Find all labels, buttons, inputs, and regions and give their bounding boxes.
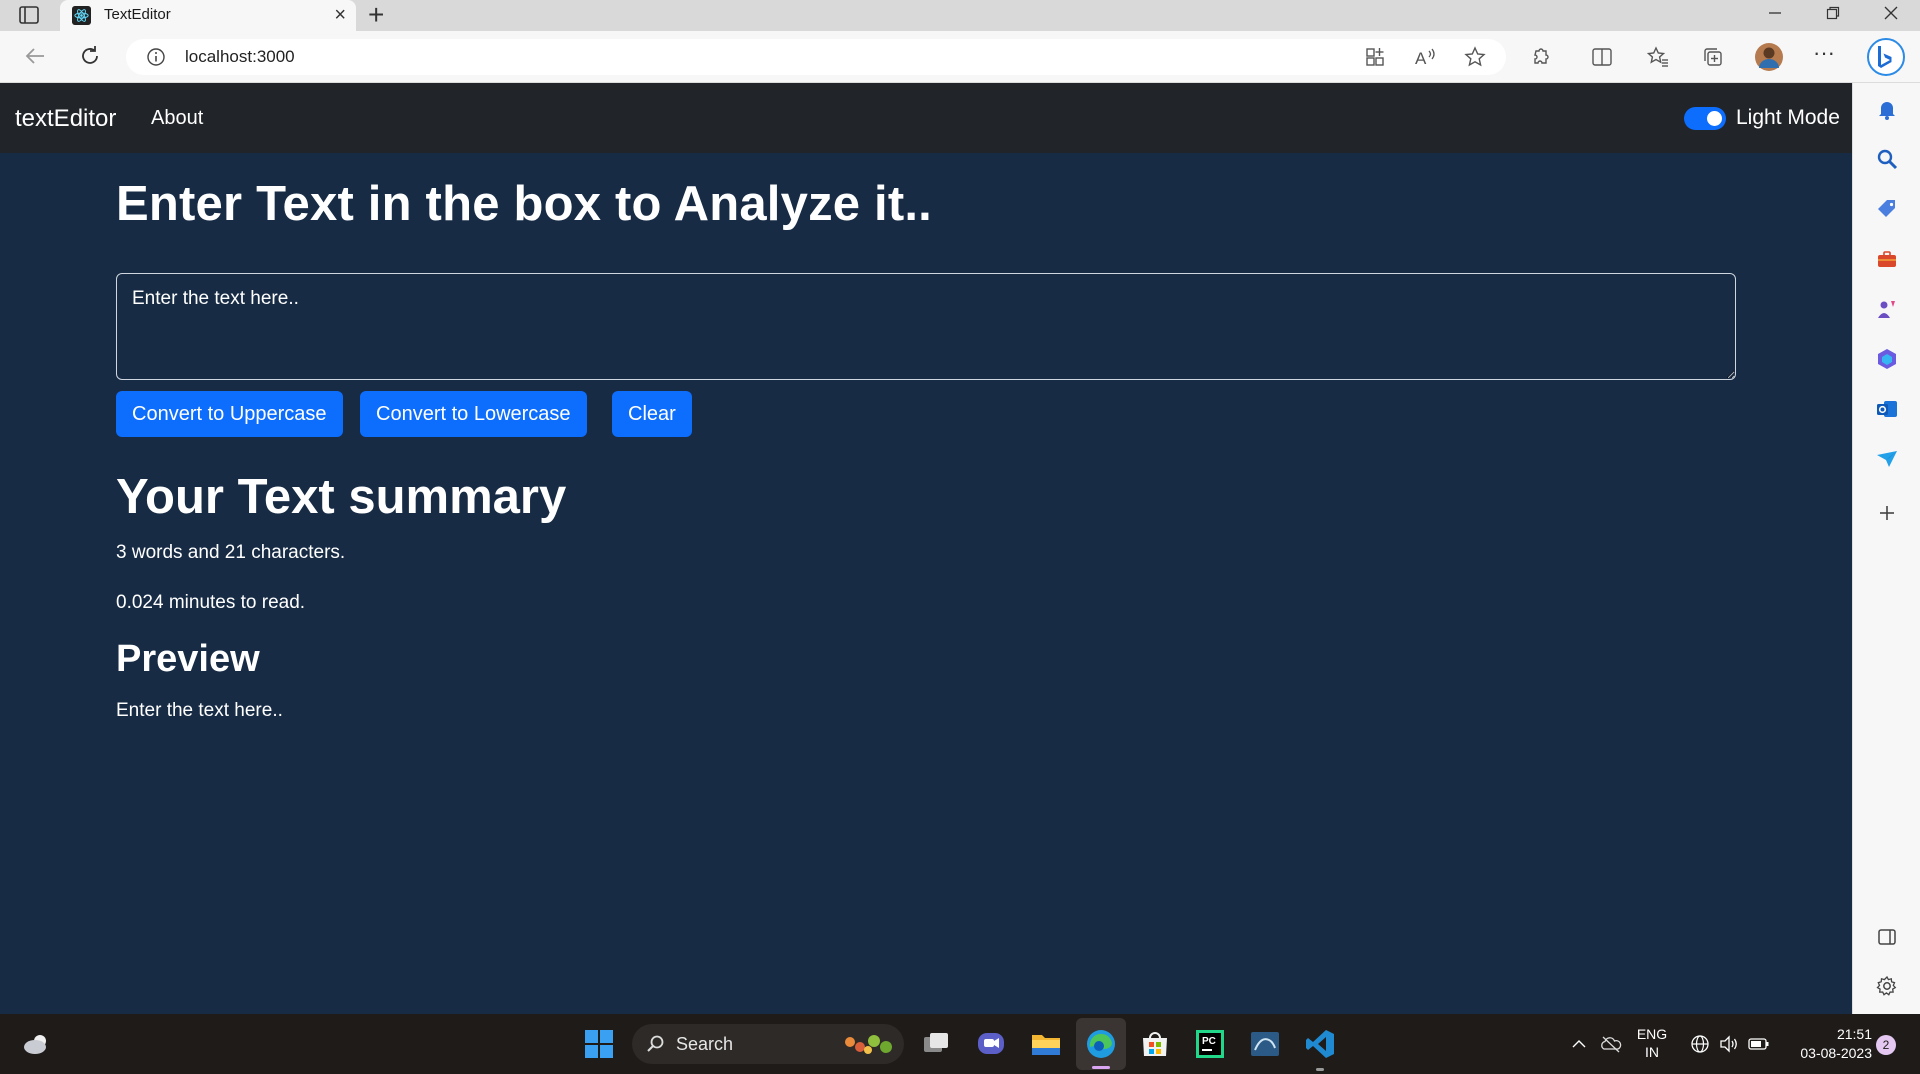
restore-icon[interactable] <box>1826 6 1840 20</box>
preview-heading: Preview <box>116 638 260 680</box>
show-hidden-icons-icon[interactable] <box>1571 1036 1587 1052</box>
text-input-area[interactable] <box>116 273 1736 380</box>
word-char-count: 3 words and 21 characters. <box>116 542 346 563</box>
site-info-icon[interactable] <box>146 47 166 67</box>
profile-avatar[interactable] <box>1754 42 1784 72</box>
navbar-brand[interactable]: textEditor <box>15 105 116 133</box>
shopping-tag-icon[interactable] <box>1875 197 1899 221</box>
collections-icon[interactable] <box>1701 45 1725 69</box>
svg-text:A: A <box>1415 49 1427 68</box>
bing-copilot-icon[interactable] <box>1866 37 1906 77</box>
browser-tab-strip: TextEditor × + <box>0 0 1920 31</box>
drop-send-icon[interactable] <box>1875 447 1899 471</box>
network-globe-icon[interactable] <box>1689 1033 1711 1055</box>
read-aloud-icon[interactable]: A <box>1413 45 1437 69</box>
refresh-icon[interactable] <box>77 43 103 69</box>
navbar: textEditor About Light Mode <box>0 83 1852 153</box>
teams-chat-icon[interactable] <box>975 1028 1007 1060</box>
read-time: 0.024 minutes to read. <box>116 592 306 613</box>
browser-toolbar: localhost:3000 A ··· <box>0 31 1920 83</box>
lowercase-button[interactable]: Convert to Lowercase <box>360 391 587 437</box>
clock-date[interactable]: 03-08-2023 <box>1782 1045 1872 1062</box>
search-highlight-icon <box>845 1035 892 1054</box>
taskbar-search[interactable]: Search <box>632 1024 904 1064</box>
app-available-icon[interactable] <box>1363 45 1387 69</box>
volume-icon[interactable] <box>1718 1033 1740 1055</box>
games-icon[interactable] <box>1875 297 1899 321</box>
search-icon[interactable] <box>1875 147 1899 171</box>
split-screen-icon[interactable] <box>1590 45 1614 69</box>
app-content: textEditor About Light Mode Enter Text i… <box>0 83 1852 1014</box>
running-app-indicator <box>1316 1068 1324 1071</box>
notification-badge[interactable]: 2 <box>1876 1035 1896 1055</box>
language-top[interactable]: ENG <box>1636 1026 1668 1043</box>
notifications-bell-icon[interactable] <box>1875 97 1899 121</box>
sidebar-settings-gear-icon[interactable] <box>1875 974 1899 998</box>
onedrive-offline-icon[interactable] <box>1600 1033 1622 1055</box>
preview-text: Enter the text here.. <box>116 700 283 721</box>
weather-widget-icon[interactable] <box>22 1032 50 1056</box>
file-explorer-icon[interactable] <box>1030 1028 1062 1060</box>
address-bar[interactable]: localhost:3000 <box>126 39 1506 75</box>
task-view-icon[interactable] <box>920 1028 952 1060</box>
taskbar-search-label: Search <box>676 1034 734 1054</box>
clear-button[interactable]: Clear <box>612 391 692 437</box>
extensions-icon[interactable] <box>1529 45 1553 69</box>
battery-icon[interactable] <box>1747 1033 1771 1055</box>
minimize-icon[interactable] <box>1768 6 1782 20</box>
summary-heading: Your Text summary <box>116 470 567 524</box>
uppercase-button[interactable]: Convert to Uppercase <box>116 391 343 437</box>
more-options-icon[interactable]: ··· <box>1813 42 1837 67</box>
start-windows-icon[interactable] <box>583 1028 615 1060</box>
microsoft-365-icon[interactable] <box>1875 347 1899 371</box>
vscode-icon[interactable] <box>1304 1028 1336 1060</box>
tab-close-icon[interactable]: × <box>334 4 346 26</box>
nav-link-about[interactable]: About <box>151 107 203 130</box>
taskbar-search-icon <box>647 1035 664 1052</box>
toggle-knob <box>1707 111 1722 126</box>
windows-taskbar: Search PC ENG IN 21:51 03-08-2023 2 <box>0 1014 1920 1074</box>
mode-label: Light Mode <box>1736 106 1840 129</box>
microsoft-store-icon[interactable] <box>1139 1028 1171 1060</box>
dark-mode-toggle[interactable] <box>1684 107 1726 130</box>
url-text[interactable]: localhost:3000 <box>185 47 295 67</box>
edge-sidebar <box>1852 83 1920 1014</box>
tab-actions-icon[interactable] <box>18 5 40 25</box>
svg-text:PC: PC <box>1202 1036 1216 1047</box>
clock-time[interactable]: 21:51 <box>1782 1026 1872 1043</box>
browser-tab[interactable]: TextEditor × <box>60 0 356 31</box>
browser-tab-title: TextEditor <box>104 6 171 23</box>
outlook-icon[interactable] <box>1875 397 1899 421</box>
pycharm-icon[interactable]: PC <box>1194 1028 1226 1060</box>
favorite-star-icon[interactable] <box>1463 45 1487 69</box>
tools-briefcase-icon[interactable] <box>1875 247 1899 271</box>
react-favicon-icon <box>72 6 91 25</box>
add-sidebar-app-icon[interactable] <box>1875 501 1899 525</box>
hide-sidebar-icon[interactable] <box>1875 925 1899 949</box>
back-icon[interactable] <box>22 43 48 69</box>
new-tab-button[interactable]: + <box>368 1 384 29</box>
close-window-icon[interactable] <box>1884 6 1898 20</box>
edge-browser-icon[interactable] <box>1085 1028 1117 1060</box>
language-bottom[interactable]: IN <box>1636 1044 1668 1061</box>
active-app-indicator <box>1092 1066 1110 1069</box>
favorites-icon[interactable] <box>1646 45 1670 69</box>
page-heading: Enter Text in the box to Analyze it.. <box>116 177 932 231</box>
mysql-workbench-icon[interactable] <box>1249 1028 1281 1060</box>
